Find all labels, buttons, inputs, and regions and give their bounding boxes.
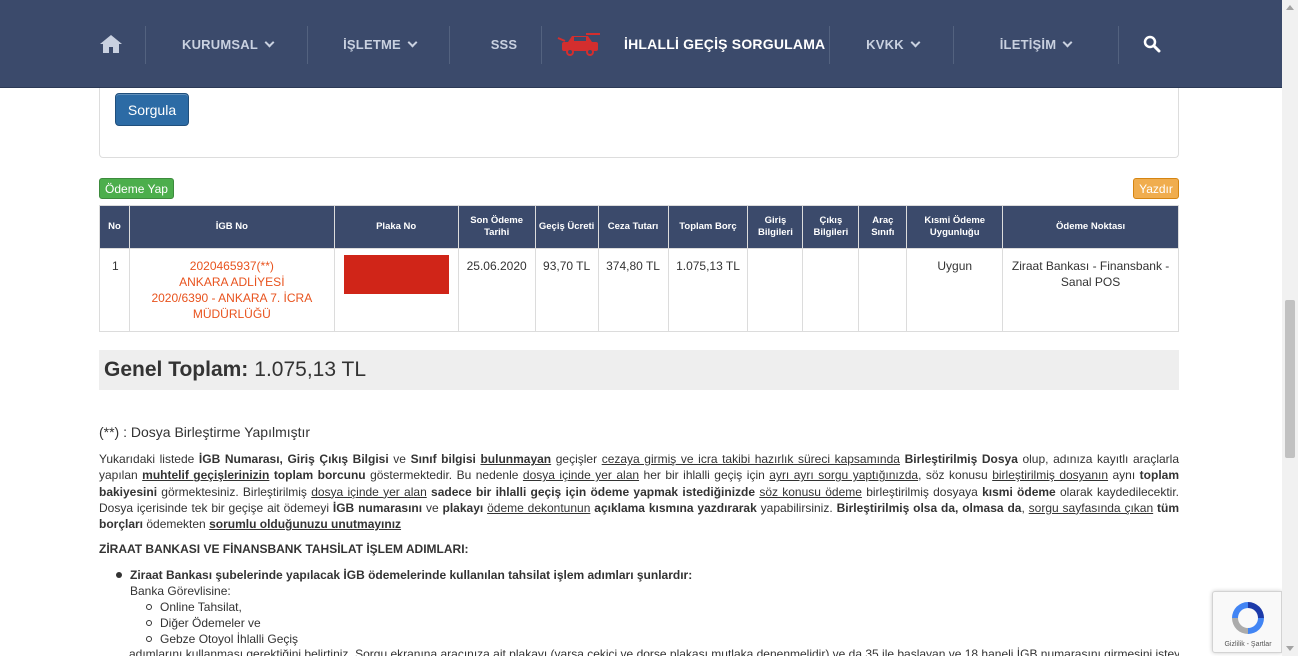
cell-toplam-borc: 1.075,13 TL	[667, 248, 749, 332]
col-header: Çıkış Bilgileri	[802, 205, 860, 249]
nav-item-sss[interactable]: SSS	[454, 26, 554, 62]
section-heading: ZİRAAT BANKASI VE FİNANSBANK TAHSİLAT İŞ…	[99, 542, 469, 556]
merge-note: (**) : Dosya Birleştirme Yapılmıştır	[99, 424, 311, 440]
list-item: Gebze Otoyol İhlalli Geçiş	[130, 631, 1176, 647]
circle-bullet-icon	[146, 620, 152, 626]
recaptcha-icon	[1228, 598, 1268, 643]
recaptcha-badge[interactable]: Gizlilik - Şartlar	[1212, 591, 1282, 653]
igb-line: 2020465937(**)	[189, 259, 274, 273]
nav-item-label: İŞLETME	[343, 36, 401, 52]
cell-igb-no[interactable]: 2020465937(**) ANKARA ADLİYESİ 2020/6390…	[128, 248, 335, 332]
col-header: Kısmi Ödeme Uygunluğu	[906, 205, 1004, 249]
top-navbar: KURUMSAL İŞLETME SSS İHLALLİ GEÇİŞ SORGU…	[0, 0, 1282, 88]
chevron-down-icon	[1062, 37, 1073, 47]
col-header: No	[99, 205, 130, 249]
igb-line: ANKARA ADLİYESİ	[179, 275, 285, 289]
recaptcha-footer[interactable]: Gizlilik - Şartlar	[1213, 641, 1283, 648]
list-item-text: Diğer Ödemeler ve	[160, 616, 261, 630]
list-item: Online Tahsilat,	[130, 599, 1176, 615]
print-button[interactable]: Yazdır	[1133, 178, 1179, 199]
chevron-down-icon	[264, 37, 275, 47]
col-header: Ceza Tutarı	[597, 205, 669, 249]
cell-giris	[747, 248, 804, 332]
table-row: 1 2020465937(**) ANKARA ADLİYESİ 2020/63…	[99, 248, 1179, 332]
col-header: Giriş Bilgileri	[747, 205, 804, 249]
cell-kismi-odeme: Uygun	[906, 248, 1004, 332]
nav-item-ihlalli-gecis[interactable]: İHLALLİ GEÇİŞ SORGULAMA	[556, 26, 826, 62]
nav-item-iletisim[interactable]: İLETİŞİM	[958, 26, 1113, 62]
page-scrollbar[interactable]	[1282, 0, 1298, 656]
table-header-row: No İGB No Plaka No Son Ödeme Tarihi Geçi…	[99, 205, 1179, 249]
bullet-icon	[116, 572, 122, 578]
scroll-up-icon[interactable]	[1286, 5, 1294, 10]
cell-son-odeme: 25.06.2020	[457, 248, 536, 332]
grand-total-label: Genel Toplam:	[104, 358, 249, 381]
page: KURUMSAL İŞLETME SSS İHLALLİ GEÇİŞ SORGU…	[0, 0, 1298, 656]
nav-item-isletme[interactable]: İŞLETME	[312, 26, 447, 62]
col-header: Plaka No	[333, 205, 459, 249]
list-item-text: Online Tahsilat,	[160, 600, 242, 614]
list-item-text: Gebze Otoyol İhlalli Geçiş	[160, 632, 299, 646]
nav-item-label: İHLALLİ GEÇİŞ SORGULAMA	[624, 36, 826, 52]
chevron-down-icon	[910, 37, 921, 47]
nav-item-label: SSS	[490, 36, 518, 52]
cell-cikis	[802, 248, 860, 332]
nav-item-label: İLETİŞİM	[999, 36, 1057, 52]
sub-list: Banka Görevlisine: Online Tahsilat, Diğe…	[130, 583, 1176, 647]
igb-line: 2020/6390 - ANKARA 7. İCRA	[151, 291, 313, 305]
circle-bullet-icon	[146, 604, 152, 610]
scroll-thumb[interactable]	[1285, 300, 1295, 458]
list-item: Diğer Ödemeler ve	[130, 615, 1176, 631]
sorgula-button[interactable]: Sorgula	[115, 93, 189, 126]
home-icon[interactable]	[96, 26, 126, 62]
nav-item-kurumsal[interactable]: KURUMSAL	[150, 26, 305, 62]
col-header: Geçiş Ücreti	[534, 205, 599, 249]
nav-item-label: KURUMSAL	[182, 36, 258, 52]
plate-redaction	[343, 255, 449, 294]
col-header: İGB No	[128, 205, 335, 249]
scroll-down-icon[interactable]	[1286, 646, 1294, 651]
steps-title: Ziraat Bankası şubelerinde yapılacak İGB…	[130, 568, 693, 582]
info-paragraph: Yukarıdaki listede İGB Numarası, Giriş Ç…	[99, 452, 1180, 532]
nav-item-kvkk[interactable]: KVKK	[834, 26, 951, 62]
grand-total: Genel Toplam: 1.075,13 TL	[99, 350, 1179, 390]
cell-gecis-ucreti: 93,70 TL	[534, 248, 599, 332]
grand-total-value: 1.075,13 TL	[254, 358, 367, 381]
steps-intro: Banka Görevlisine:	[130, 584, 231, 598]
steps-list: Ziraat Bankası şubelerinde yapılacak İGB…	[116, 567, 1176, 647]
search-icon[interactable]	[1138, 26, 1166, 62]
pay-button[interactable]: Ödeme Yap	[99, 178, 174, 199]
col-header: Ödeme Noktası	[1002, 205, 1179, 249]
igb-line: MÜDÜRLÜĞÜ	[192, 307, 271, 321]
steps-continuation: adımlarını kullanması gerektiğini belirt…	[129, 647, 1179, 656]
cell-ceza-tutari: 374,80 TL	[597, 248, 669, 332]
chevron-down-icon	[407, 37, 418, 47]
car-icon	[556, 32, 604, 56]
list-item: Ziraat Bankası şubelerinde yapılacak İGB…	[116, 567, 1176, 583]
cell-no: 1	[99, 248, 130, 332]
query-form-panel: Sorgula	[99, 88, 1179, 158]
cell-odeme-noktasi: Ziraat Bankası - Finansbank - Sanal POS	[1002, 248, 1179, 332]
col-header: Toplam Borç	[667, 205, 749, 249]
violations-table: No İGB No Plaka No Son Ödeme Tarihi Geçi…	[99, 205, 1179, 332]
col-header: Son Ödeme Tarihi	[457, 205, 536, 249]
nav-item-label: KVKK	[866, 36, 904, 52]
circle-bullet-icon	[146, 636, 152, 642]
cell-plate	[333, 248, 459, 332]
col-header: Araç Sınıfı	[858, 205, 908, 249]
cell-arac-sinifi	[858, 248, 908, 332]
